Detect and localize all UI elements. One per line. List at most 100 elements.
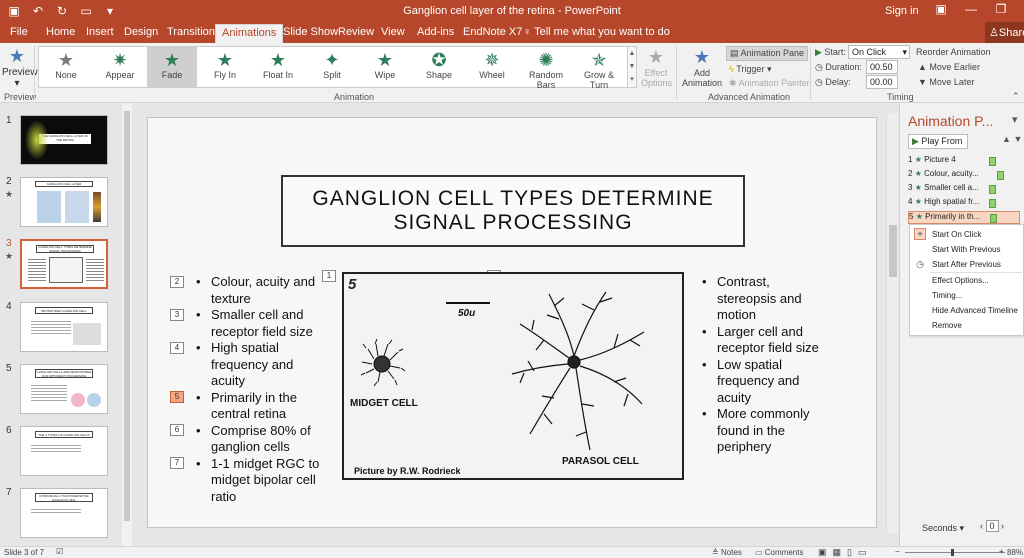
chevron-up-icon[interactable]: ▲ bbox=[1002, 134, 1011, 144]
zoom-slider-knob[interactable] bbox=[951, 549, 954, 556]
preview-button[interactable]: ★ Preview ▾ bbox=[2, 45, 38, 89]
tell-me-box[interactable]: ♀ Tell me what you want to do bbox=[523, 26, 670, 38]
menu-start-with-previous[interactable]: Start With Previous bbox=[932, 245, 1000, 254]
normal-view-icon[interactable]: ▣ bbox=[818, 547, 827, 558]
animation-item[interactable]: 2 ★ Colour, acuity... bbox=[908, 169, 1020, 182]
timeline-bar[interactable] bbox=[989, 157, 996, 166]
move-later-button[interactable]: ▼ Move Later bbox=[918, 77, 974, 87]
slide-show-icon[interactable]: ▭ bbox=[858, 547, 867, 558]
chevron-right-icon[interactable]: › bbox=[999, 521, 1004, 531]
menu-start-on-click[interactable]: Start On Click bbox=[932, 230, 981, 239]
add-animation-button[interactable]: ★ Add Animation bbox=[680, 46, 724, 88]
effect-grow-turn[interactable]: ✯ Grow & Turn bbox=[574, 47, 624, 90]
menu-start-after-previous[interactable]: Start After Previous bbox=[932, 260, 1001, 269]
effect-float-in[interactable]: ★ Float In bbox=[253, 47, 303, 87]
restore-icon[interactable]: ❐ bbox=[992, 2, 1010, 16]
slide-thumbnail-1[interactable]: THE GANGLION CELL LAYER OF THE RETINA bbox=[20, 115, 108, 165]
comments-button[interactable]: ▭ Comments bbox=[755, 548, 803, 557]
chevron-left-icon[interactable]: ‹ bbox=[980, 521, 986, 531]
tab-home[interactable]: Home bbox=[46, 26, 75, 38]
effect-wheel[interactable]: ✵ Wheel bbox=[467, 47, 517, 87]
tab-insert[interactable]: Insert bbox=[86, 26, 114, 38]
current-slide[interactable]: GANGLION CELL TYPES DETERMINE SIGNAL PRO… bbox=[147, 117, 877, 528]
tab-view[interactable]: View bbox=[381, 26, 405, 38]
menu-timing[interactable]: Timing... bbox=[932, 291, 962, 300]
slide-thumbnail-7[interactable]: INTRINSICALLY PHOTOSENSITIVE GANGLION CE… bbox=[20, 488, 108, 538]
chevron-down-icon[interactable]: ▼ bbox=[628, 60, 636, 73]
scrollbar-thumb[interactable] bbox=[124, 111, 130, 521]
tab-add-ins[interactable]: Add-ins bbox=[417, 26, 454, 38]
right-bullet-list[interactable]: Contrast, stereopsis and motion Larger c… bbox=[700, 274, 830, 456]
animation-pane-button[interactable]: ▤ Animation Pane bbox=[726, 46, 809, 61]
left-bullet-list[interactable]: Colour, acuity and texture Smaller cell … bbox=[194, 274, 324, 505]
zoom-percent[interactable]: 88% bbox=[1007, 548, 1023, 557]
menu-hide-advanced-timeline[interactable]: Hide Advanced Timeline bbox=[932, 306, 1018, 315]
effect-options-button[interactable]: ★ Effect Options bbox=[641, 46, 672, 88]
gallery-scroll[interactable]: ▲ ▼ ▾ bbox=[627, 46, 637, 88]
slide-title[interactable]: GANGLION CELL TYPES DETERMINE SIGNAL PRO… bbox=[281, 175, 745, 247]
tab-file[interactable]: File bbox=[10, 26, 28, 38]
effect-random-bars[interactable]: ✺ Random Bars bbox=[521, 47, 571, 90]
chevron-down-icon[interactable]: ▼ bbox=[1013, 134, 1022, 144]
ribbon-display-icon[interactable]: ▣ bbox=[932, 2, 950, 16]
menu-remove[interactable]: Remove bbox=[932, 321, 962, 330]
slide-thumbnail-6[interactable]: THE 4 TYPES OF GANGLION CELLS bbox=[20, 426, 108, 476]
zoom-out-icon[interactable]: − bbox=[895, 547, 900, 556]
animation-item-selected[interactable]: 5 ★ Primarily in th... bbox=[908, 211, 1020, 224]
sign-in-link[interactable]: Sign in bbox=[885, 5, 919, 17]
effect-split[interactable]: ✦ Split bbox=[307, 47, 357, 87]
slide-thumbnail-5[interactable]: GANGLION CELLS ARE RESPONSIBLE FOR OPPON… bbox=[20, 364, 108, 414]
timeline-bar[interactable] bbox=[989, 185, 996, 194]
animation-item[interactable]: 4 ★ High spatial fr... bbox=[908, 197, 1020, 210]
move-earlier-button[interactable]: ▲ Move Earlier bbox=[918, 62, 980, 72]
scrollbar-thumb[interactable] bbox=[889, 225, 897, 277]
effect-fade[interactable]: ★ Fade bbox=[147, 47, 197, 87]
animation-item[interactable]: 1 ★ Picture 4 bbox=[908, 155, 1020, 168]
start-select[interactable]: On Click ▾ bbox=[848, 45, 910, 59]
tab-animations[interactable]: Animations bbox=[215, 24, 284, 43]
slide-sorter-icon[interactable]: ▦ bbox=[833, 547, 842, 558]
ganglion-cell-picture[interactable]: 5 50u MIDGET CELL PARASOL CELL Picture b… bbox=[342, 272, 684, 480]
slide-thumbnail-2[interactable]: GANGLION CELL LAYER bbox=[20, 177, 108, 227]
tab-slide-show[interactable]: Slide Show bbox=[283, 26, 338, 38]
timeline-bar[interactable] bbox=[990, 214, 997, 223]
duration-input[interactable]: 00.50 bbox=[866, 60, 898, 74]
share-button[interactable]: ♙Share bbox=[985, 22, 1024, 43]
tab-endnote[interactable]: EndNote X7 bbox=[463, 26, 522, 38]
effect-fly-in[interactable]: ★ Fly In bbox=[200, 47, 250, 87]
effect-none[interactable]: ★ None bbox=[41, 47, 91, 87]
animation-tag[interactable]: 4 bbox=[170, 342, 184, 354]
slide-thumbnail-3[interactable]: GANGLION CELL TYPES DETERMINE SIGNAL PRO… bbox=[20, 239, 108, 289]
timeline-bar[interactable] bbox=[997, 171, 1004, 180]
minimize-icon[interactable]: — bbox=[962, 2, 980, 16]
thumbnail-scrollbar[interactable] bbox=[122, 103, 132, 546]
effect-shape[interactable]: ✪ Shape bbox=[414, 47, 464, 87]
animation-tag[interactable]: 2 bbox=[170, 276, 184, 288]
animation-tag[interactable]: 6 bbox=[170, 424, 184, 436]
animation-tag-selected[interactable]: 5 bbox=[170, 391, 184, 403]
tab-review[interactable]: Review bbox=[338, 26, 374, 38]
timeline-bar[interactable] bbox=[989, 199, 996, 208]
slide-thumbnail-4[interactable]: BISTRATIFIED GANGLION CELL bbox=[20, 302, 108, 352]
animation-tag[interactable]: 7 bbox=[170, 457, 184, 469]
seconds-dropdown[interactable]: Seconds ▾ bbox=[922, 523, 964, 534]
effect-wipe[interactable]: ★ Wipe bbox=[360, 47, 410, 87]
gallery-more-icon[interactable]: ▾ bbox=[628, 73, 636, 86]
notes-button[interactable]: ≜ Notes bbox=[712, 548, 742, 557]
menu-effect-options[interactable]: Effect Options... bbox=[932, 276, 989, 285]
effect-appear[interactable]: ✷ Appear bbox=[95, 47, 145, 87]
zoom-in-icon[interactable]: + bbox=[999, 547, 1004, 556]
trigger-button[interactable]: ϟ Trigger ▾ bbox=[729, 64, 771, 75]
delay-input[interactable]: 00.00 bbox=[866, 75, 898, 89]
slide-scrollbar[interactable] bbox=[886, 113, 898, 533]
tab-transitions[interactable]: Transitions bbox=[167, 26, 220, 38]
spellcheck-icon[interactable]: ☑ bbox=[56, 547, 63, 556]
play-from-button[interactable]: ▶ Play From bbox=[908, 134, 968, 149]
collapse-ribbon-icon[interactable]: ⌃ bbox=[1012, 91, 1020, 102]
animation-tag[interactable]: 1 bbox=[322, 270, 336, 282]
chevron-up-icon[interactable]: ▲ bbox=[628, 47, 636, 60]
tab-design[interactable]: Design bbox=[124, 26, 158, 38]
reading-view-icon[interactable]: ▯ bbox=[847, 547, 852, 558]
animation-tag[interactable]: 3 bbox=[170, 309, 184, 321]
pane-options-icon[interactable]: ▾ bbox=[1012, 113, 1018, 126]
